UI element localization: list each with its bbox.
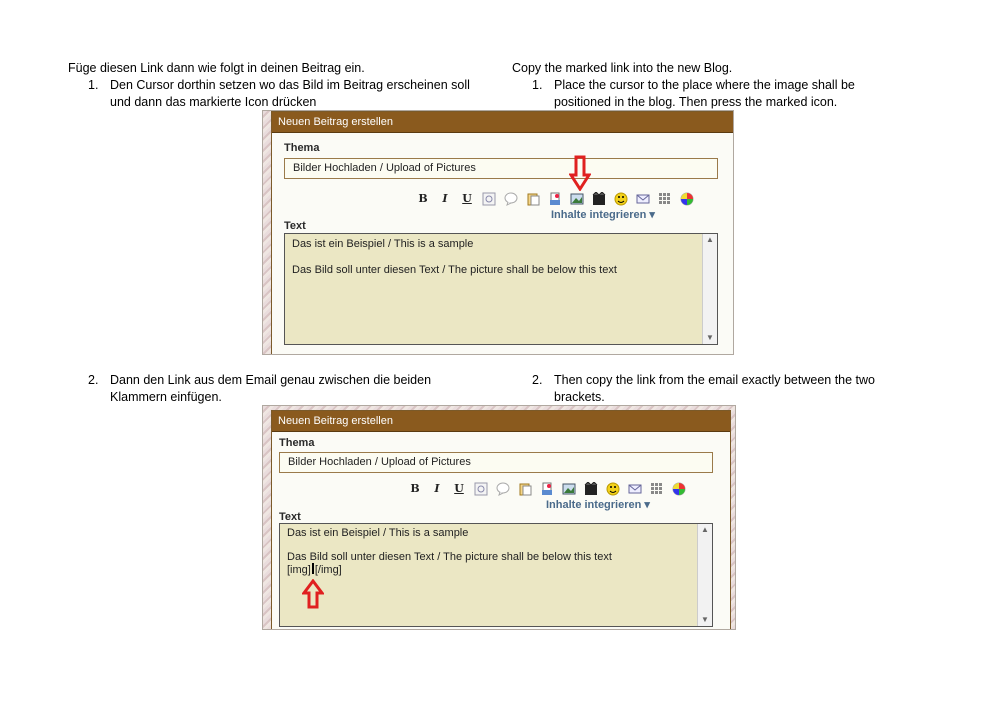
panel-header: Neuen Beitrag erstellen	[272, 112, 733, 133]
email-icon[interactable]	[628, 482, 642, 496]
screenshot-step2: Neuen Beitrag erstellen Thema Bilder Hoc…	[262, 405, 736, 630]
scroll-up-icon[interactable]: ▲	[703, 234, 717, 246]
italic-icon[interactable]: I	[438, 192, 452, 206]
post-body-textarea[interactable]: Das ist ein Beispiel / This is a sample …	[284, 233, 718, 345]
intro-de: Füge diesen Link dann wie folgt in deine…	[68, 61, 365, 75]
red-arrow-down-icon	[569, 155, 591, 191]
new-post-panel-2: Neuen Beitrag erstellen Thema Bilder Hoc…	[271, 410, 731, 629]
step2-en-number: 2.	[532, 373, 543, 387]
step1-de-line2: und dann das markierte Icon drücken	[110, 95, 317, 109]
body-line-2: Das Bild soll unter diesen Text / The pi…	[287, 551, 612, 563]
step1-en-line1: Place the cursor to the place where the …	[554, 78, 855, 92]
smiley-icon[interactable]	[614, 192, 628, 206]
color-wheel-icon[interactable]	[672, 482, 686, 496]
email-icon[interactable]	[636, 192, 650, 206]
step2-de-number: 2.	[88, 373, 99, 387]
video-icon[interactable]	[584, 481, 598, 496]
scroll-down-icon[interactable]: ▼	[703, 332, 717, 344]
scroll-down-icon[interactable]: ▼	[698, 614, 712, 626]
smiley-icon[interactable]	[606, 482, 620, 496]
bold-icon[interactable]: B	[408, 482, 422, 496]
textarea-scrollbar-2[interactable]: ▲ ▼	[697, 524, 712, 626]
upload-icon[interactable]	[540, 482, 554, 496]
insert-content-menu-2[interactable]: Inhalte integrieren ▾	[546, 498, 650, 511]
body-line-2: Das Bild soll unter diesen Text / The pi…	[292, 264, 617, 276]
speech-bubble-icon[interactable]	[504, 192, 518, 206]
subject-label: Thema	[284, 142, 320, 154]
paste-icon[interactable]	[518, 482, 532, 496]
text-label: Text	[284, 220, 306, 232]
text-label-2: Text	[279, 511, 301, 523]
table-icon[interactable]	[650, 482, 664, 496]
step2-de-line1: Dann den Link aus dem Email genau zwisch…	[110, 373, 432, 387]
img-close-tag: [/img]	[314, 564, 342, 576]
step1-de-line1: Den Cursor dorthin setzen wo das Bild im…	[110, 78, 470, 92]
intro-en: Copy the marked link into the new Blog.	[512, 61, 733, 75]
step1-en-number: 1.	[532, 78, 543, 92]
subject-input[interactable]: Bilder Hochladen / Upload of Pictures	[284, 158, 718, 179]
textarea-scrollbar[interactable]: ▲ ▼	[702, 234, 717, 344]
img-open-tag: [img]	[287, 564, 311, 576]
upload-icon[interactable]	[548, 192, 562, 206]
editor-toolbar: B I U	[416, 191, 716, 208]
img-tag-line: [img] [/img]	[287, 563, 342, 576]
screenshot-step1: Neuen Beitrag erstellen Thema Bilder Hoc…	[262, 110, 734, 355]
bold-icon[interactable]: B	[416, 192, 430, 206]
insert-content-menu[interactable]: Inhalte integrieren ▾	[551, 208, 655, 221]
step2-en-line2: brackets.	[554, 390, 605, 404]
post-body-textarea-2[interactable]: Das ist ein Beispiel / This is a sample …	[279, 523, 713, 627]
video-icon[interactable]	[592, 191, 606, 206]
subject-input-2[interactable]: Bilder Hochladen / Upload of Pictures	[279, 452, 713, 473]
new-post-panel: Neuen Beitrag erstellen Thema Bilder Hoc…	[271, 111, 733, 354]
image-icon[interactable]	[570, 192, 584, 206]
table-icon[interactable]	[658, 192, 672, 206]
italic-icon[interactable]: I	[430, 482, 444, 496]
scroll-up-icon[interactable]: ▲	[698, 524, 712, 536]
image-icon[interactable]	[562, 482, 576, 496]
editor-toolbar-2: B I U	[408, 481, 708, 498]
step2-de-line2: Klammern einfügen.	[110, 390, 222, 404]
quote-icon[interactable]	[482, 192, 496, 206]
underline-icon[interactable]: U	[452, 482, 466, 496]
text-cursor	[311, 563, 314, 574]
body-line-1: Das ist ein Beispiel / This is a sample	[287, 527, 469, 539]
panel-header-2: Neuen Beitrag erstellen	[272, 411, 730, 432]
red-arrow-up-icon	[302, 579, 324, 609]
speech-bubble-icon[interactable]	[496, 482, 510, 496]
subject-label-2: Thema	[279, 437, 315, 449]
color-wheel-icon[interactable]	[680, 192, 694, 206]
body-line-1: Das ist ein Beispiel / This is a sample	[292, 238, 474, 250]
step2-en-line1: Then copy the link from the email exactl…	[554, 373, 875, 387]
step1-de-number: 1.	[88, 78, 99, 92]
paste-icon[interactable]	[526, 192, 540, 206]
quote-icon[interactable]	[474, 482, 488, 496]
underline-icon[interactable]: U	[460, 192, 474, 206]
step1-en-line2: positioned in the blog. Then press the m…	[554, 95, 838, 109]
